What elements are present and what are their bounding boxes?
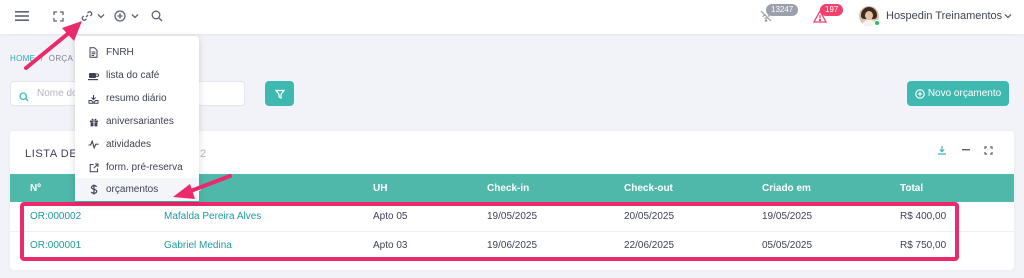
checkin-cell: 19/05/2025 [487,211,538,222]
add-circle-icon[interactable] [113,8,127,24]
dollar-icon [88,184,99,195]
card-title: LISTA DE [25,148,78,160]
guest-name-link[interactable]: Mafalda Pereira Alves [164,211,261,222]
breadcrumb-separator: / [40,54,44,63]
filter-icon [274,89,285,99]
column-header-checkout[interactable]: Check-out [624,183,673,194]
menu-item-label: lista do café [106,70,160,81]
search-icon [19,89,29,107]
checkout-cell: 20/05/2025 [624,211,675,222]
new-budget-label: Novo orçamento [927,88,1002,99]
column-header-number[interactable]: Nº [30,183,41,194]
total-cell: R$ 750,00 [900,240,947,251]
external-link-icon [88,162,99,173]
table-row[interactable]: OR:000002 Mafalda Pereira Alves Apto 05 … [10,203,1014,231]
menu-item-label: form. pré-reserva [106,162,183,173]
chevron-down-icon[interactable] [1003,8,1013,24]
budget-number-link[interactable]: OR:000001 [30,240,81,251]
created-cell: 19/05/2025 [762,211,813,222]
budget-number-link[interactable]: OR:000002 [30,211,81,222]
column-header-created[interactable]: Criado em [762,183,811,194]
minimize-icon[interactable] [960,143,972,157]
add-circle-icon [915,88,925,99]
breadcrumb-current: ORÇA [48,54,74,63]
menu-item-coffee-list[interactable]: lista do café [75,64,199,87]
menu-item-activities[interactable]: atividades [75,133,199,156]
menu-item-birthdays[interactable]: aniversariantes [75,110,199,133]
breadcrumb-home-link[interactable]: HOME [10,54,35,63]
links-dropdown-menu: FNRH lista do café resumo diário anivers… [75,36,199,201]
coffee-icon [88,70,99,81]
chevron-down-icon[interactable] [96,8,106,24]
download-icon[interactable] [936,143,948,157]
fullscreen-icon[interactable] [51,8,65,24]
menu-item-label: resumo diário [106,93,167,104]
column-header-total[interactable]: Total [900,183,923,194]
user-name[interactable]: Hospedin Treinamentos [886,10,1002,22]
menu-item-fnrh[interactable]: FNRH [75,41,199,64]
breadcrumb: HOME / ORÇA [10,54,73,63]
online-status-dot [874,20,880,26]
column-header-checkin[interactable]: Check-in [487,183,529,194]
filter-button[interactable] [265,81,294,106]
gift-icon [88,116,99,127]
table-row[interactable]: OR:000001 Gabriel Medina Apto 03 19/06/2… [10,231,1014,259]
menu-item-daily-summary[interactable]: resumo diário [75,87,199,110]
alerts-count-badge: 197 [820,4,844,16]
notifications-count-badge: 13247 [766,4,799,16]
chevron-down-icon[interactable] [130,8,140,24]
column-header-uh[interactable]: UH [373,183,387,194]
search-icon[interactable] [150,8,164,24]
checkin-cell: 19/06/2025 [487,240,538,251]
top-bar: 13247 197 Hospedin Treinamentos [0,0,1024,34]
total-cell: R$ 400,00 [900,211,947,222]
activity-icon [88,139,99,150]
checkout-cell: 22/06/2025 [624,240,675,251]
menu-item-label: atividades [106,139,152,150]
link-icon[interactable] [80,8,94,24]
hamburger-menu-icon[interactable] [14,8,30,24]
menu-item-label: FNRH [106,47,134,58]
summary-icon [88,93,99,104]
new-budget-button[interactable]: Novo orçamento [907,81,1009,106]
room-cell: Apto 05 [373,211,408,222]
document-icon [88,47,99,58]
menu-item-label: orçamentos [106,184,159,195]
menu-item-label: aniversariantes [106,116,174,127]
guest-name-link[interactable]: Gabriel Medina [164,240,232,251]
room-cell: Apto 03 [373,240,408,251]
expand-icon[interactable] [982,143,994,157]
card-count: 2 [200,148,207,160]
menu-item-pre-booking-form[interactable]: form. pré-reserva [75,156,199,179]
menu-item-budgets[interactable]: orçamentos [75,178,199,201]
created-cell: 05/05/2025 [762,240,813,251]
